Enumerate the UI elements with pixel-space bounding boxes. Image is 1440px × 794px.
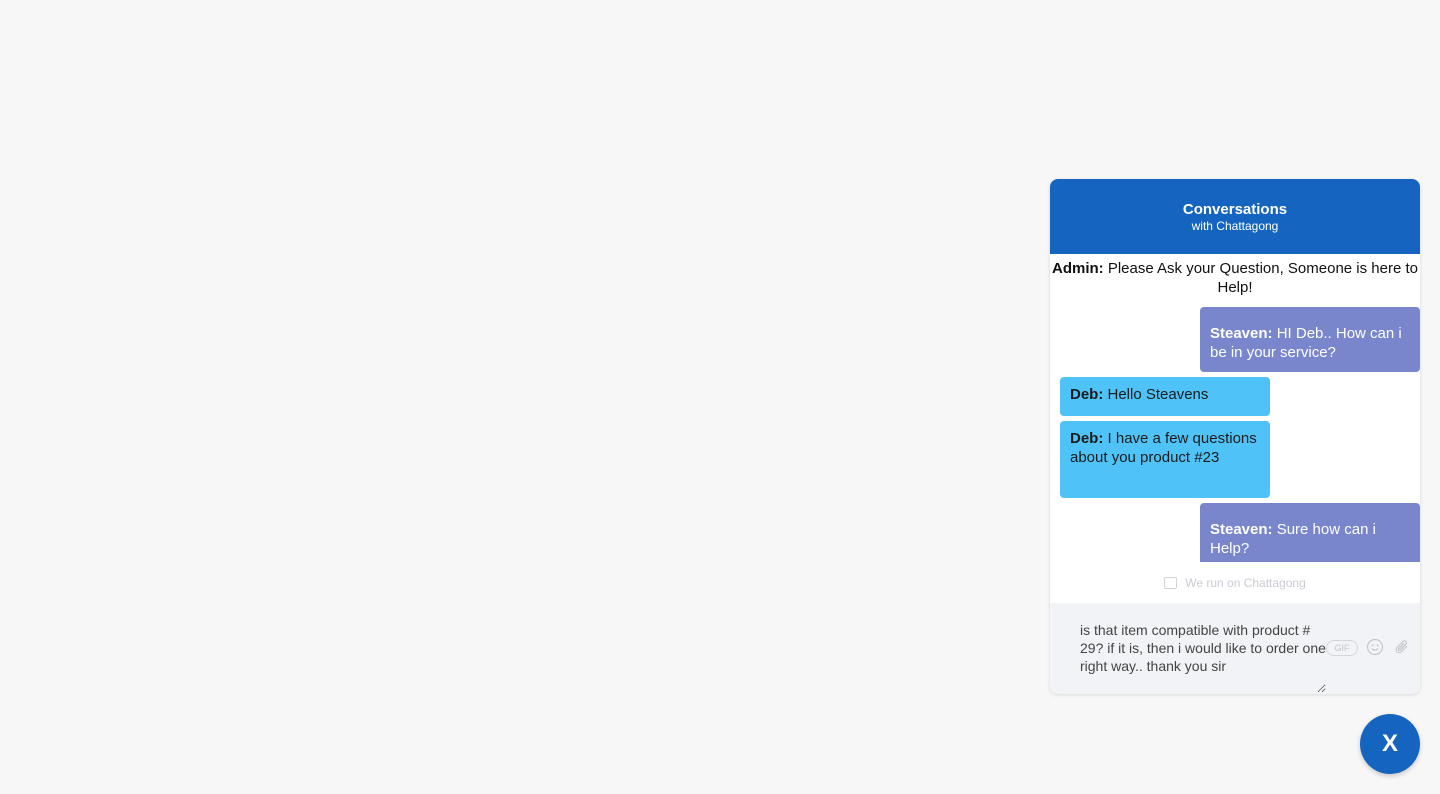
message-bubble-incoming: Deb: Hello Steavens [1060,377,1270,416]
message-sender: Deb: [1070,386,1104,403]
paperclip-icon[interactable] [1393,638,1411,656]
message-text: Hello Steavens [1103,386,1209,403]
chat-title: Conversations [1182,200,1288,218]
admin-message: Admin: Please Ask your Question, Someone… [1050,259,1420,297]
message-sender: Steaven: [1210,325,1273,342]
message-text: Please Ask your Question, Someone is her… [1103,260,1418,296]
message-bubble-outgoing: Steaven: Sure how can i Help? [1200,503,1420,562]
message-sender: Steaven: [1210,521,1273,538]
chattagong-logo-icon [1164,577,1178,589]
chat-widget: Conversations with Chattagong Admin: Ple… [1050,179,1420,694]
message-sender: Deb: [1070,430,1104,447]
chat-header: Conversations with Chattagong [1050,179,1420,254]
close-chat-button[interactable]: X [1360,714,1420,774]
gif-button[interactable]: GIF [1326,640,1358,656]
message-sender: Admin: [1051,260,1104,277]
emoji-icon[interactable] [1366,638,1384,656]
message-composer: is that item compatible with product # 2… [1050,603,1420,694]
chat-subtitle: with Chattagong [1191,218,1279,233]
message-bubble-incoming: Deb: I have a few questions about you pr… [1060,421,1270,498]
message-bubble-outgoing: Steaven: HI Deb.. How can i be in your s… [1200,307,1420,372]
powered-by[interactable]: We run on Chattagong [1050,575,1420,591]
message-input[interactable]: is that item compatible with product # 2… [1075,621,1326,693]
powered-by-text: We run on Chattagong [1185,576,1306,590]
message-list[interactable]: Admin: Please Ask your Question, Someone… [1050,254,1420,562]
